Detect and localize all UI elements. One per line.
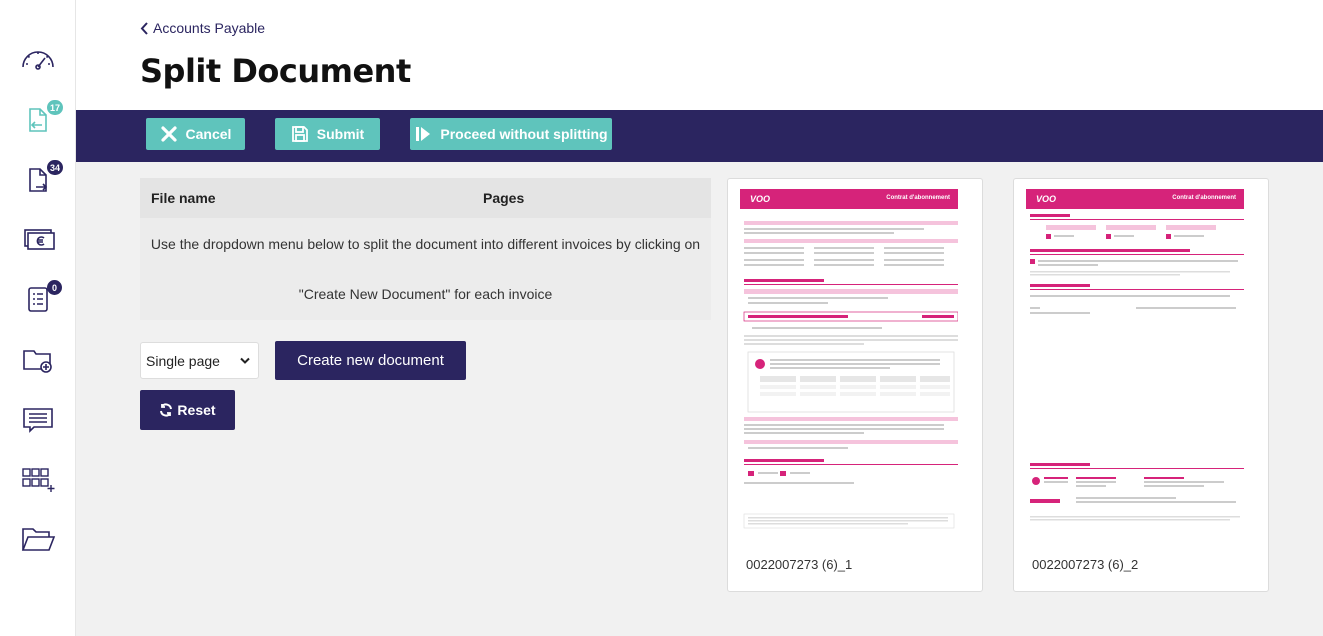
thumbnail-title: Contrat d'abonnement [1172, 195, 1236, 201]
page-title: Split Document [140, 52, 411, 90]
save-icon [291, 126, 308, 142]
apps-grid-icon [22, 468, 55, 492]
nav-add-folder[interactable] [0, 336, 76, 382]
page-thumbnail: VOO Contrat d'abonnement [1026, 189, 1244, 533]
breadcrumb-label: Accounts Payable [153, 20, 266, 36]
chevron-left-icon [140, 21, 148, 35]
page-card[interactable]: VOO Contrat d'abonnement 0022007273 (6)_… [1013, 178, 1269, 592]
messages-icon [23, 408, 53, 433]
nav-incoming[interactable]: 17 [0, 96, 76, 142]
incoming-badge: 17 [47, 100, 64, 115]
add-folder-icon [23, 350, 52, 373]
submit-button[interactable]: Submit [275, 118, 380, 150]
close-icon [160, 126, 177, 142]
page-label: 0022007273 (6)_2 [1032, 557, 1139, 572]
cancel-label: Cancel [185, 126, 232, 142]
nav-outgoing[interactable]: 34 [0, 156, 76, 202]
column-header-pages: Pages [483, 190, 525, 206]
nav-dashboard[interactable] [0, 36, 76, 82]
submit-label: Submit [316, 126, 365, 142]
proceed-label: Proceed without splitting [440, 126, 608, 142]
split-mode-value: Single page [146, 352, 220, 369]
sidebar: 17 34 0 [0, 0, 76, 636]
skip-forward-icon [416, 127, 431, 141]
reset-button[interactable]: Reset [140, 390, 235, 430]
cancel-button[interactable]: Cancel [146, 118, 245, 150]
split-table: File name Pages Use the dropdown menu be… [140, 178, 711, 320]
instruction-text-line1: Use the dropdown menu below to split the… [150, 236, 701, 252]
page-header: Accounts Payable Split Document [76, 0, 1323, 110]
document-preview-image [1026, 189, 1244, 533]
proceed-without-splitting-button[interactable]: Proceed without splitting [410, 118, 612, 150]
chevron-down-icon [240, 357, 250, 364]
split-mode-select[interactable]: Single page [140, 342, 259, 379]
action-toolbar: Cancel Submit Proceed without splitting [76, 110, 1323, 162]
breadcrumb-back-link[interactable]: Accounts Payable [140, 20, 265, 36]
nav-tasks[interactable]: 0 [0, 276, 76, 322]
page-card[interactable]: VOO Contrat d'abonnement 0022007273 (6)_… [727, 178, 983, 592]
outgoing-badge: 34 [47, 160, 64, 175]
dashboard-icon [22, 51, 54, 70]
create-new-document-button[interactable]: Create new document [275, 341, 466, 380]
payments-icon [24, 229, 55, 250]
refresh-icon [160, 403, 173, 417]
thumbnail-title: Contrat d'abonnement [886, 195, 950, 201]
instruction-text-line2: "Create New Document" for each invoice [298, 286, 553, 302]
nav-open-folder[interactable] [0, 516, 76, 562]
thumbnail-logo: VOO [750, 194, 771, 204]
page-thumbnail: VOO Contrat d'abonnement [740, 189, 959, 533]
column-header-file-name: File name [151, 190, 216, 206]
document-preview-image [740, 189, 959, 533]
reset-label: Reset [177, 402, 216, 418]
nav-apps[interactable] [0, 456, 76, 502]
open-folder-icon [21, 528, 56, 551]
main-content: File name Pages Use the dropdown menu be… [76, 162, 1323, 636]
page-label: 0022007273 (6)_1 [746, 557, 853, 572]
table-header: File name Pages [140, 178, 711, 218]
thumbnail-logo: VOO [1036, 194, 1057, 204]
nav-payments[interactable] [0, 216, 76, 262]
tasks-badge: 0 [47, 280, 62, 295]
nav-messages[interactable] [0, 396, 76, 442]
